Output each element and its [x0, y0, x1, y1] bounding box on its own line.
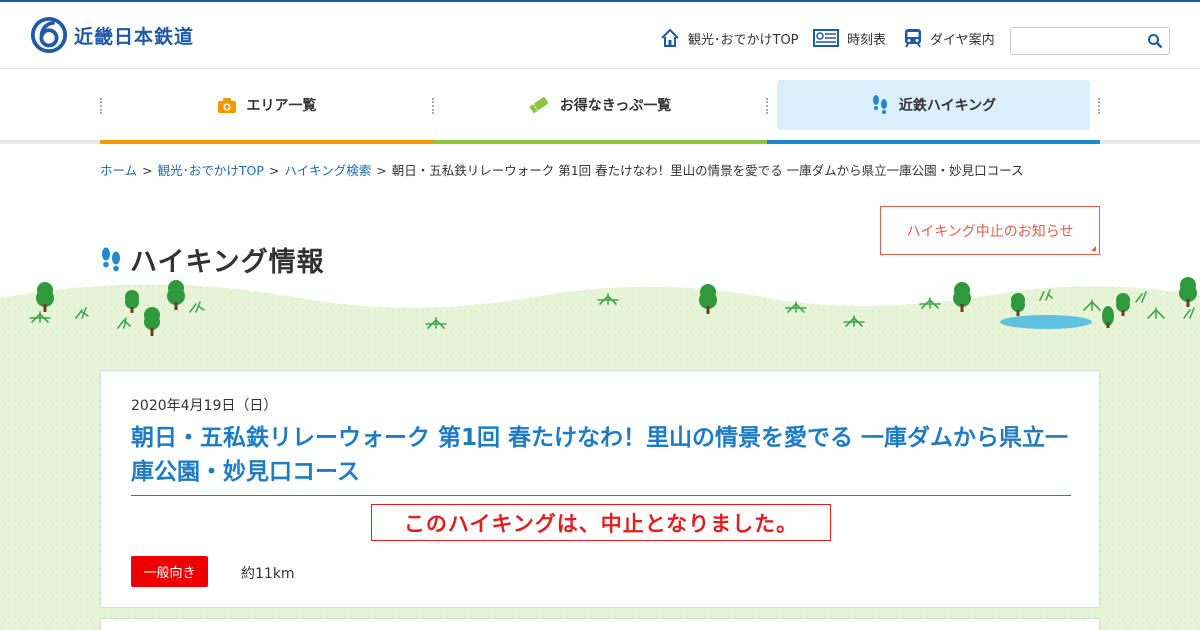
site-logo[interactable]: 近畿日本鉄道: [30, 16, 194, 54]
page-title: ハイキング情報: [100, 240, 325, 279]
nav-item-area-list[interactable]: エリア一覧: [100, 80, 433, 130]
header-link-sightseeing-top[interactable]: 観光･おでかけTOP: [660, 28, 799, 48]
notice-button-label: ハイキング中止のお知らせ: [906, 223, 1074, 240]
breadcrumb-current: 朝日・五私鉄リレーウォーク 第1回 春たけなわ！里山の情景を愛でる 一庫ダムから…: [391, 163, 1024, 178]
breadcrumb-separator: >: [268, 163, 280, 178]
nav-color-bar-tickets: [433, 140, 767, 144]
search-box: [1010, 27, 1170, 55]
footprints-icon: [102, 247, 120, 271]
hiking-cancellation-notice-button[interactable]: ハイキング中止のお知らせ: [880, 206, 1100, 255]
breadcrumb-link-hiking-search[interactable]: ハイキング検索: [284, 163, 371, 178]
nav-item-value-tickets[interactable]: お得なきっぷ一覧: [433, 80, 766, 130]
nav-item-label: お得なきっぷ一覧: [559, 98, 672, 114]
difficulty-badge: 一般向き: [131, 556, 208, 587]
breadcrumb: ホーム > 観光･おでかけTOP > ハイキング検索 > 朝日・五私鉄リレーウォーク 第1回…: [100, 160, 1024, 179]
corner-arrow-icon: [1091, 246, 1096, 251]
nav-item-kintetsu-hiking[interactable]: 近鉄ハイキング: [777, 80, 1090, 130]
next-event-card: [100, 618, 1100, 630]
home-icon: [661, 28, 679, 47]
event-distance: 約11km: [241, 566, 295, 582]
breadcrumb-link-home[interactable]: ホーム: [100, 163, 137, 178]
header-link-label: ダイヤ案内: [930, 32, 995, 48]
logo-text: 近畿日本鉄道: [74, 25, 195, 48]
timetable-icon: [813, 29, 839, 47]
camera-icon: [217, 97, 236, 113]
search-icon[interactable]: [1147, 33, 1163, 49]
event-date: 2020年4月19日（日）: [131, 398, 278, 414]
header-link-timetable[interactable]: 時刻表: [813, 28, 886, 48]
nav-divider: [1098, 98, 1100, 114]
page-heading: ハイキング情報: [130, 247, 325, 278]
header-link-label: 観光･おでかけTOP: [688, 32, 799, 48]
ticket-icon: [529, 96, 549, 114]
search-input[interactable]: [1011, 28, 1141, 54]
header-link-route-guide[interactable]: ダイヤ案内: [904, 28, 995, 48]
main-nav: エリア一覧 お得なきっぷ一覧 近鉄ハイキング: [100, 70, 1100, 144]
breadcrumb-separator: >: [142, 163, 153, 178]
train-icon: [905, 29, 921, 48]
nav-color-bar-area: [100, 140, 433, 144]
kintetsu-logo-icon: [30, 16, 68, 54]
breadcrumb-link-sightseeing[interactable]: 観光･おでかけTOP: [158, 163, 264, 178]
event-title: 朝日・五私鉄リレーウォーク 第1回 春たけなわ！里山の情景を愛でる 一庫ダムから…: [131, 421, 1071, 496]
breadcrumb-separator: >: [376, 163, 387, 178]
footprints-icon: [872, 95, 887, 114]
nav-color-bar-hiking: [767, 140, 1100, 144]
site-header: 近畿日本鉄道 観光･おでかけTOP 時刻表 ダイヤ案内: [0, 2, 1200, 69]
nav-item-label: 近鉄ハイキング: [898, 98, 997, 114]
header-link-label: 時刻表: [847, 32, 887, 48]
hiking-event-card: 2020年4月19日（日） 朝日・五私鉄リレーウォーク 第1回 春たけなわ！里山…: [100, 370, 1100, 608]
nav-item-label: エリア一覧: [246, 98, 317, 114]
cancellation-banner: このハイキングは、中止となりました。: [371, 504, 831, 541]
nav-divider: [766, 98, 768, 114]
